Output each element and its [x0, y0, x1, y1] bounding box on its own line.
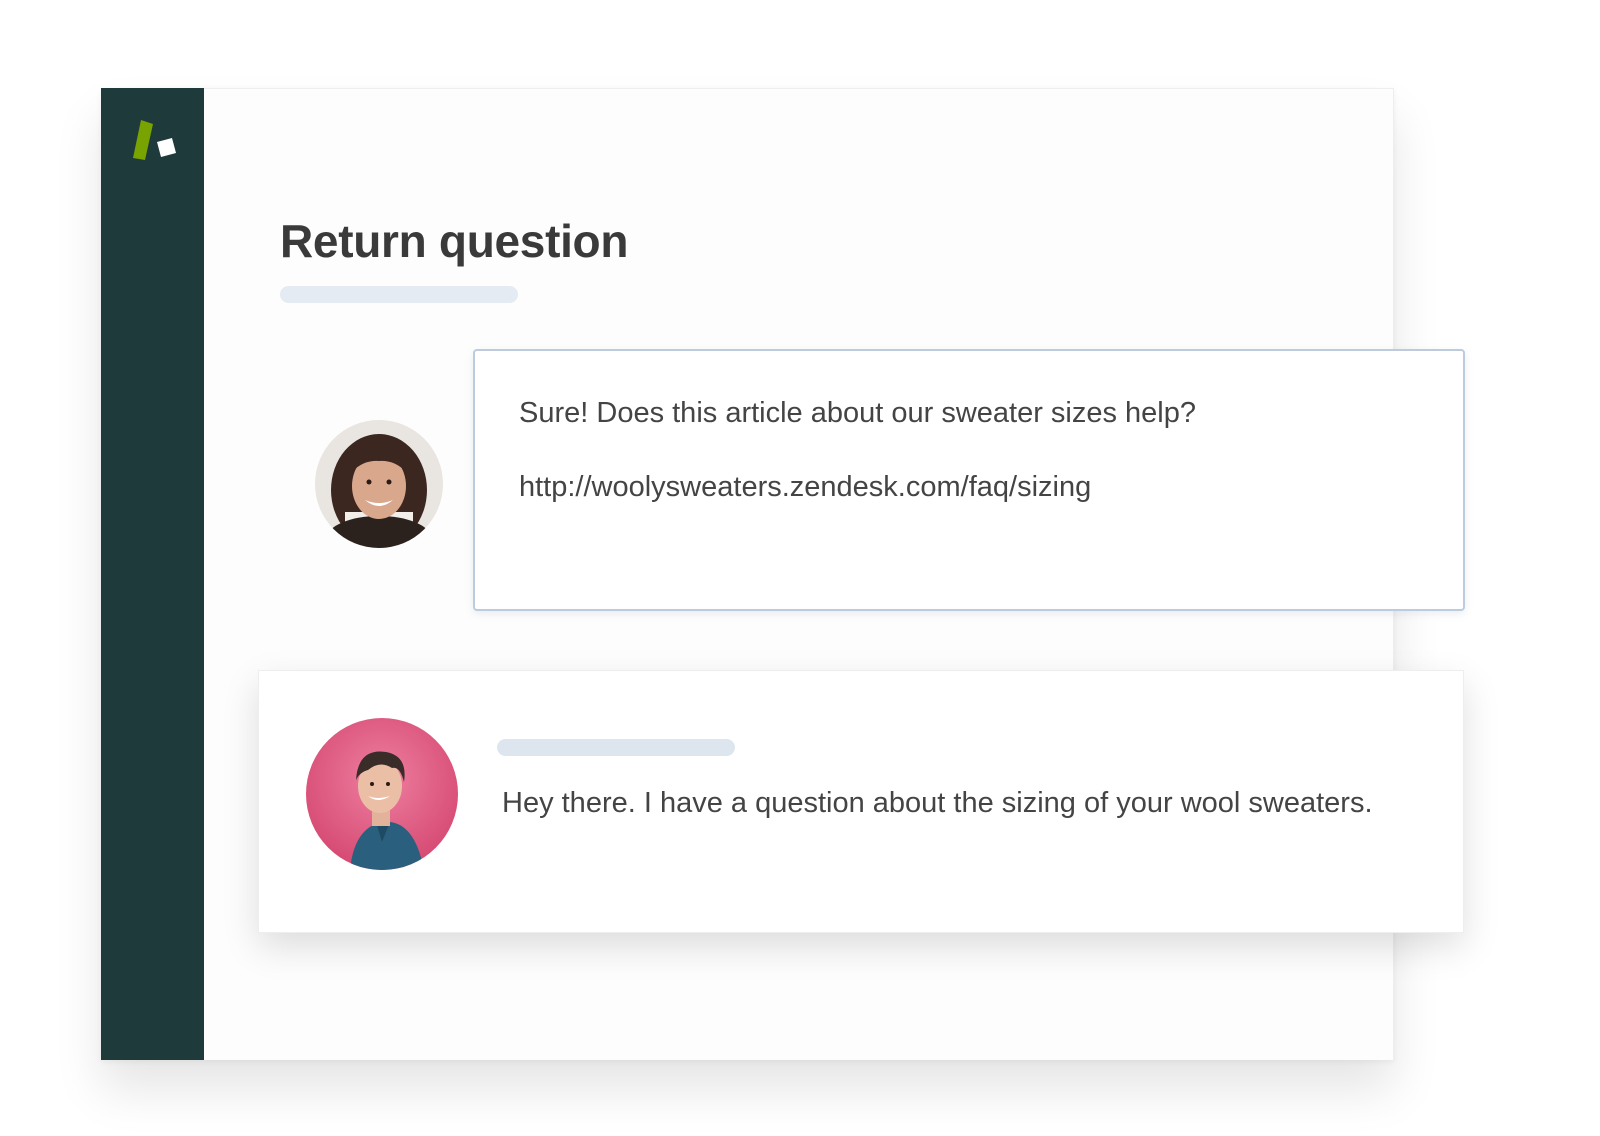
agent-message-text: Sure! Does this article about our sweate…	[519, 397, 1197, 429]
faq-sizing-link[interactable]: http://woolysweaters.zendesk.com/faq/siz…	[519, 471, 1091, 504]
sidebar	[101, 88, 204, 1060]
zendesk-logo-icon[interactable]	[127, 118, 183, 164]
agent-avatar	[315, 420, 443, 548]
title-placeholder-bar	[280, 286, 518, 303]
customer-name-placeholder-bar	[497, 739, 735, 756]
agent-message-bubble: Sure! Does this article about our sweate…	[473, 349, 1465, 611]
customer-message-text: Hey there. I have a question about the s…	[502, 787, 1373, 819]
customer-avatar	[306, 718, 458, 870]
stage: Return question Sure! Does this article …	[0, 0, 1600, 1136]
ticket-title: Return question	[280, 215, 629, 267]
